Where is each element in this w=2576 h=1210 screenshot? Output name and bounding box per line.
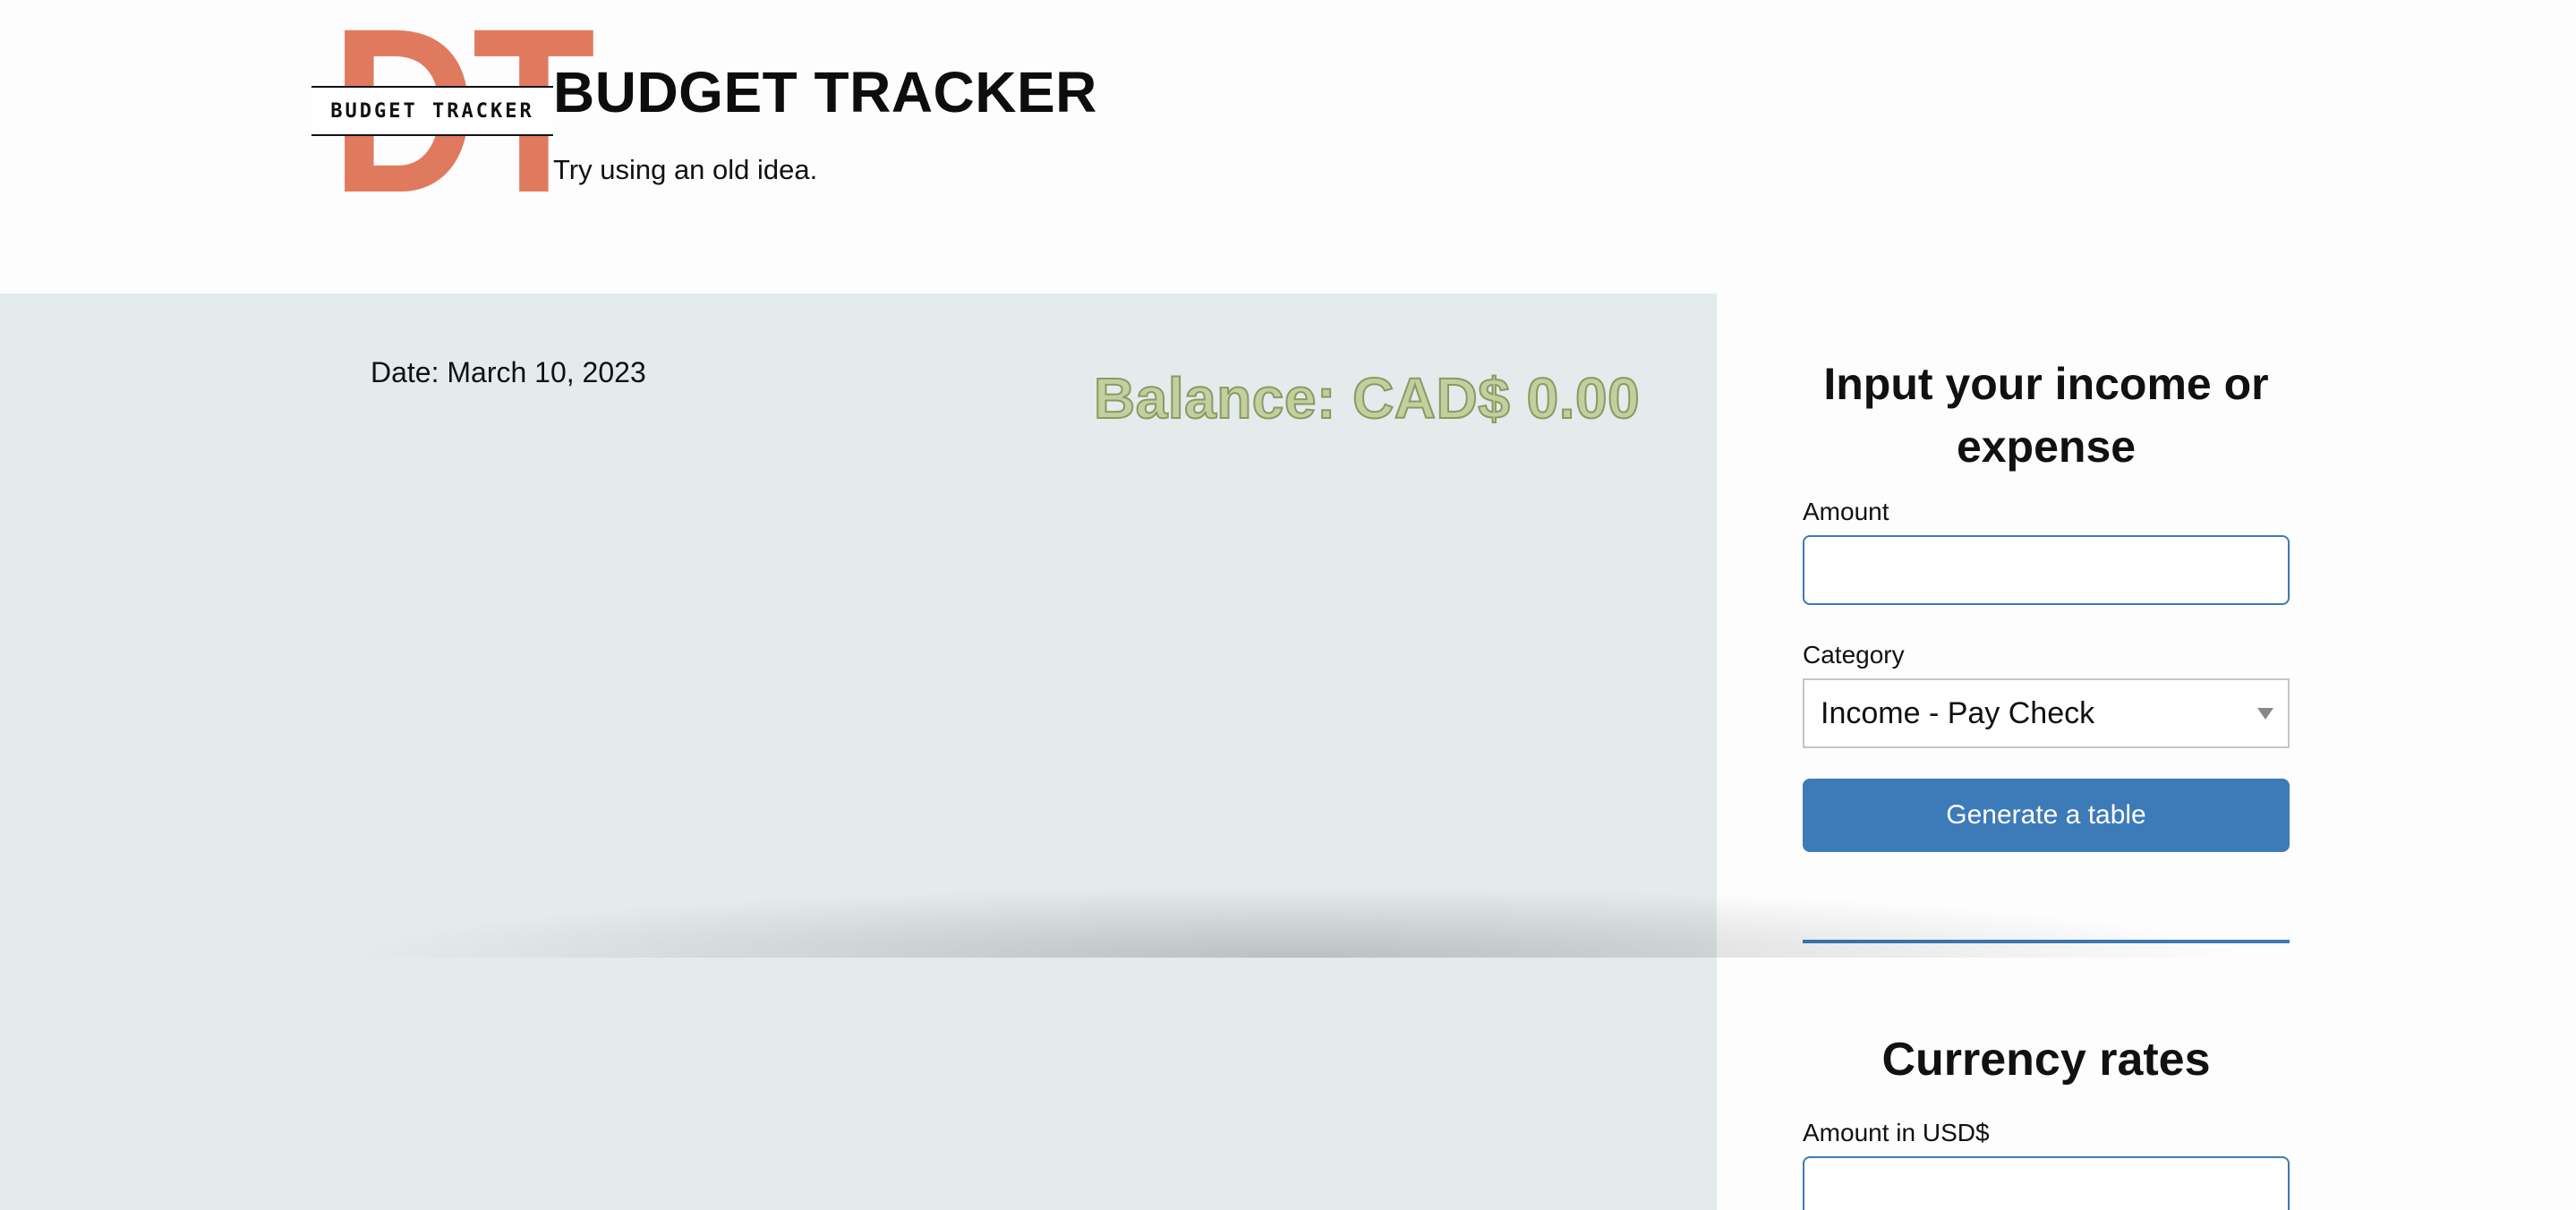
generate-table-button[interactable]: Generate a table (1803, 779, 2290, 852)
balance-display: Balance: CAD$ 0.00 (1093, 365, 1641, 431)
budget-tracker-logo: DT BUDGET TRACKER (311, 0, 595, 228)
summary-panel: Date: March 10, 2023 Balance: CAD$ 0.00 (0, 294, 1717, 1210)
logo-band-text: BUDGET TRACKER (330, 99, 534, 123)
chevron-down-icon (2257, 708, 2273, 720)
current-date: Date: March 10, 2023 (371, 356, 646, 388)
bottom-shadow (340, 886, 2256, 958)
form-title: Input your income or expense (1823, 359, 2269, 472)
logo-band: BUDGET TRACKER (311, 86, 553, 136)
site-title: BUDGET TRACKER (553, 60, 1097, 124)
category-selected-value: Income - Pay Check (1821, 695, 2095, 730)
usd-amount-label: Amount in USD$ (1803, 1119, 1990, 1146)
amount-label: Amount (1803, 498, 1889, 525)
category-label: Category (1803, 641, 1905, 669)
currency-rates-title: Currency rates (1881, 1034, 2211, 1086)
usd-amount-input[interactable] (1803, 1156, 2290, 1210)
site-tagline: Try using an old idea. (553, 154, 818, 185)
site-header: DT BUDGET TRACKER BUDGET TRACKER Try usi… (0, 0, 2576, 294)
amount-input[interactable] (1803, 535, 2290, 605)
category-select[interactable]: Income - Pay Check (1803, 678, 2290, 748)
entry-panel: Input your income or expense Amount Cate… (1717, 294, 2576, 1210)
